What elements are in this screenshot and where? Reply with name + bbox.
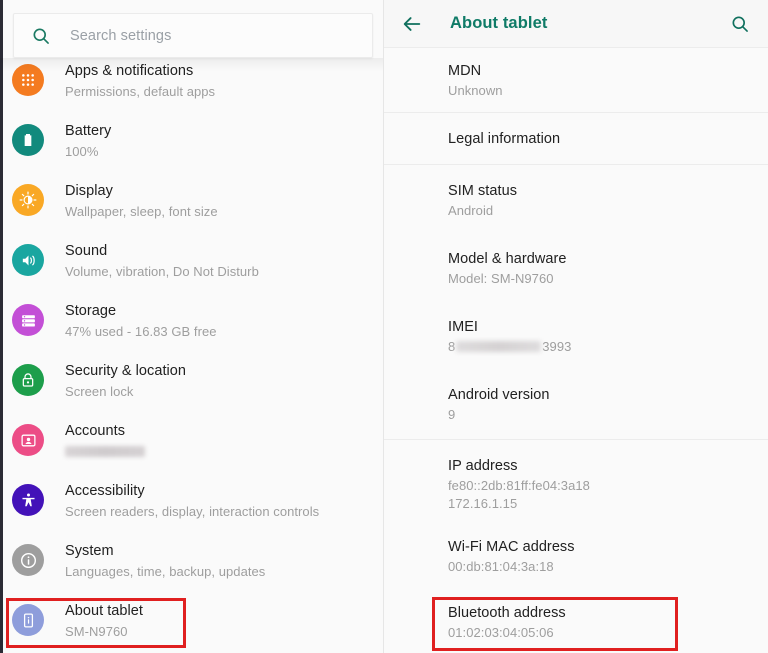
about-tablet-app-bar: About tablet — [384, 0, 768, 48]
sidebar-item-title: Accessibility — [65, 483, 145, 499]
sidebar-item-text: Apps & notifications Permissions, defaul… — [65, 60, 215, 101]
sidebar-item-text: System Languages, time, backup, updates — [65, 540, 265, 581]
sidebar-item-display[interactable]: Display Wallpaper, sleep, font size — [0, 180, 383, 240]
info-row-android-version[interactable]: Android version 9 — [384, 369, 768, 440]
info-row-title: Legal information — [448, 131, 561, 147]
info-row-model-hardware[interactable]: Model & hardware Model: SM-N9760 — [384, 233, 768, 301]
sidebar-item-title: Storage — [65, 303, 117, 319]
sidebar-item-subtitle: SM-N9760 — [65, 624, 128, 639]
info-row-title: IP address — [448, 458, 518, 474]
sidebar-item-title: Apps & notifications — [65, 63, 194, 79]
imei-suffix: 3993 — [542, 339, 572, 354]
brightness-icon — [12, 184, 44, 216]
sidebar-item-subtitle: Volume, vibration, Do Not Disturb — [65, 264, 259, 279]
sidebar-item-text: Display Wallpaper, sleep, font size — [65, 180, 218, 221]
sidebar-item-subtitle: Screen readers, display, interaction con… — [65, 504, 320, 519]
info-row-value: 9 — [448, 407, 456, 422]
info-circle-icon — [12, 544, 44, 576]
sidebar-item-title: About tablet — [65, 603, 143, 619]
info-row-value: Android — [448, 203, 494, 218]
search-input[interactable]: Search settings — [70, 28, 171, 44]
sidebar-item-apps-notifications[interactable]: Apps & notifications Permissions, defaul… — [0, 60, 383, 120]
info-row-mdn[interactable]: MDN Unknown — [384, 48, 768, 113]
info-row-value: fe80::2db:81ff:fe04:3a18 — [448, 478, 590, 493]
search-settings-bar[interactable]: Search settings — [13, 13, 373, 58]
sidebar-item-text: Battery 100% — [65, 120, 111, 161]
info-row-value-secondary: 172.16.1.15 — [448, 496, 518, 511]
sidebar-item-about-tablet[interactable]: About tablet SM-N9760 — [0, 600, 383, 653]
account-card-icon — [12, 424, 44, 456]
imei-redacted-segment — [456, 341, 542, 353]
sidebar-item-title: Security & location — [65, 363, 187, 379]
info-row-title: Bluetooth address — [448, 605, 566, 621]
sidebar-item-text: Storage 47% used - 16.83 GB free — [65, 300, 217, 341]
info-row-title: MDN — [448, 63, 482, 79]
sidebar-item-text: Sound Volume, vibration, Do Not Disturb — [65, 240, 259, 281]
sidebar-item-accounts[interactable]: Accounts — [0, 420, 383, 480]
info-row-value: Model: SM-N9760 — [448, 271, 554, 286]
settings-list-panel: Search settings Apps & notifications Per… — [0, 0, 384, 653]
info-row-value: 00:db:81:04:3a:18 — [448, 559, 554, 574]
sidebar-item-title: System — [65, 543, 114, 559]
accessibility-icon — [12, 484, 44, 516]
back-arrow-icon[interactable] — [400, 12, 424, 36]
settings-screenshot: Search settings Apps & notifications Per… — [0, 0, 768, 653]
info-row-title: IMEI — [448, 319, 479, 335]
sidebar-item-battery[interactable]: Battery 100% — [0, 120, 383, 180]
info-row-title: Wi-Fi MAC address — [448, 539, 575, 555]
sidebar-item-title: Accounts — [65, 423, 126, 439]
search-icon[interactable] — [728, 12, 752, 36]
sidebar-item-text: About tablet SM-N9760 — [65, 600, 143, 641]
info-row-imei[interactable]: IMEI 8 3993 — [384, 301, 768, 369]
info-row-legal-information[interactable]: Legal information — [384, 113, 768, 165]
settings-items-list: Apps & notifications Permissions, defaul… — [0, 60, 383, 653]
info-row-title: Android version — [448, 387, 550, 403]
info-row-ip-address[interactable]: IP address fe80::2db:81ff:fe04:3a18 172.… — [384, 440, 768, 523]
sidebar-item-sound[interactable]: Sound Volume, vibration, Do Not Disturb — [0, 240, 383, 300]
lock-icon — [12, 364, 44, 396]
sidebar-item-subtitle: Wallpaper, sleep, font size — [65, 204, 218, 219]
info-row-value: 8 3993 — [448, 338, 752, 356]
about-info-list: MDN Unknown Legal information SIM status… — [384, 48, 768, 653]
imei-prefix: 8 — [448, 339, 456, 354]
sidebar-item-text: Accounts — [65, 420, 145, 462]
sidebar-item-storage[interactable]: Storage 47% used - 16.83 GB free — [0, 300, 383, 360]
sidebar-item-subtitle: Languages, time, backup, updates — [65, 564, 266, 579]
sidebar-item-text: Accessibility Screen readers, display, i… — [65, 480, 319, 521]
sidebar-item-accessibility[interactable]: Accessibility Screen readers, display, i… — [0, 480, 383, 540]
sidebar-item-subtitle-redacted — [65, 446, 145, 457]
info-row-value: 01:02:03:04:05:06 — [448, 625, 554, 640]
sidebar-item-subtitle: Permissions, default apps — [65, 84, 216, 99]
sidebar-item-text: Security & location Screen lock — [65, 360, 186, 401]
info-row-value: Unknown — [448, 83, 503, 98]
battery-icon — [12, 124, 44, 156]
info-row-sim-status[interactable]: SIM status Android — [384, 165, 768, 233]
info-row-title: Model & hardware — [448, 251, 567, 267]
sidebar-item-title: Sound — [65, 243, 108, 259]
info-row-title: SIM status — [448, 183, 517, 199]
storage-list-icon — [12, 304, 44, 336]
sidebar-item-title: Display — [65, 183, 113, 199]
volume-icon — [12, 244, 44, 276]
sidebar-item-subtitle: 100% — [65, 144, 99, 159]
info-row-bluetooth-address[interactable]: Bluetooth address 01:02:03:04:05:06 — [384, 589, 768, 653]
search-icon — [30, 25, 52, 47]
tablet-info-icon — [12, 604, 44, 636]
sidebar-item-subtitle: 47% used - 16.83 GB free — [65, 324, 217, 339]
sidebar-item-security-location[interactable]: Security & location Screen lock — [0, 360, 383, 420]
info-row-wifi-mac-address[interactable]: Wi-Fi MAC address 00:db:81:04:3a:18 — [384, 523, 768, 589]
apps-grid-icon — [12, 64, 44, 96]
about-tablet-panel: About tablet MDN Unknown Legal informati… — [384, 0, 768, 653]
sidebar-item-system[interactable]: System Languages, time, backup, updates — [0, 540, 383, 600]
sidebar-item-title: Battery — [65, 123, 112, 139]
page-title: About tablet — [450, 14, 548, 32]
sidebar-item-subtitle: Screen lock — [65, 384, 134, 399]
